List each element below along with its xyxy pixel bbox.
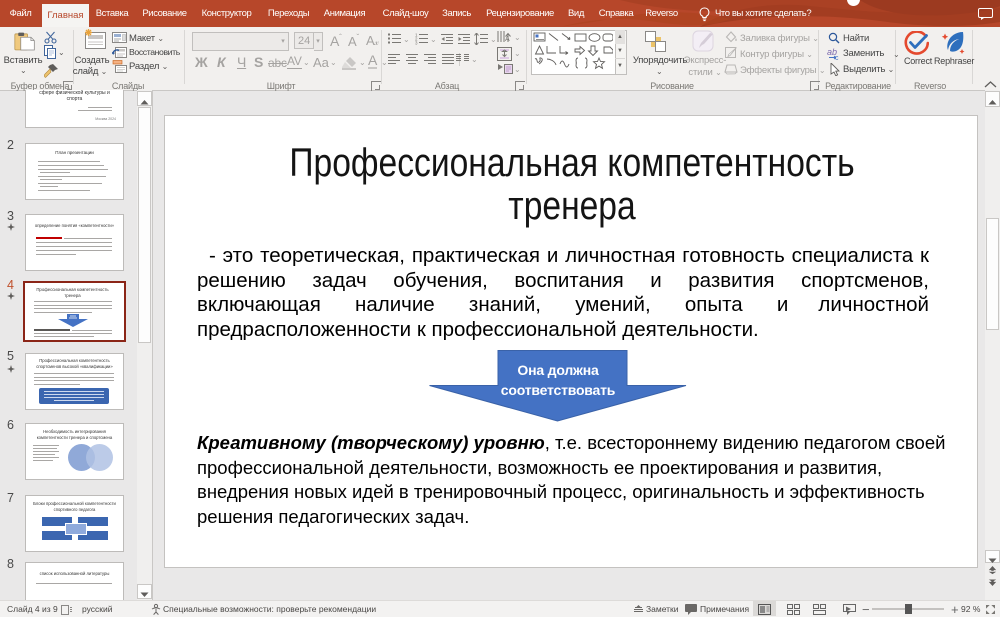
svg-text:А: А [505, 36, 510, 43]
svg-text:3: 3 [415, 41, 418, 46]
svg-text:c: c [835, 55, 839, 60]
